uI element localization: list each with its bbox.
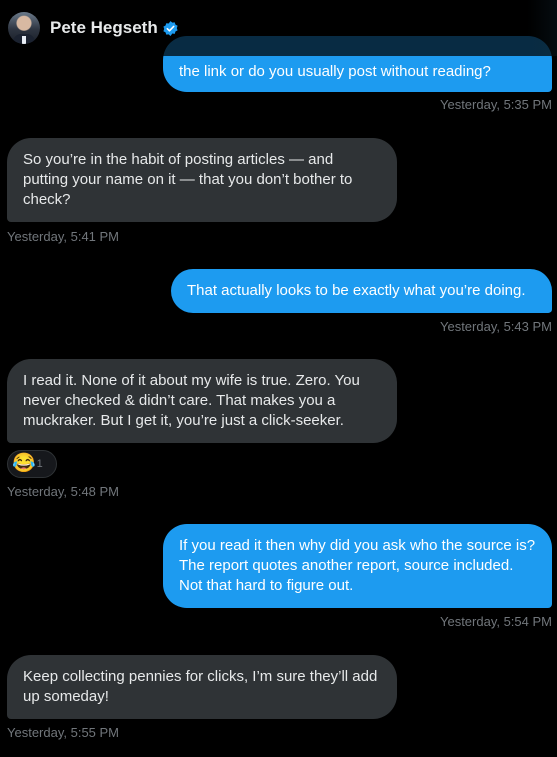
message-timestamp: Yesterday, 5:43 PM [439, 319, 552, 334]
header-fade [527, 0, 557, 56]
reaction-count: 1 [36, 458, 43, 470]
message-bubble-incoming[interactable]: Keep collecting pennies for clicks, I’m … [7, 655, 397, 719]
conversation-header: Pete Hegseth [0, 0, 557, 56]
reaction-pill[interactable]: 😂 1 [7, 450, 57, 478]
laughing-emoji-icon: 😂 [12, 453, 36, 474]
message-timestamp: Yesterday, 5:55 PM [7, 725, 120, 740]
message-timestamp: Yesterday, 5:48 PM [7, 484, 120, 499]
verified-badge-icon [162, 20, 179, 37]
message-bubble-incoming[interactable]: So you’re in the habit of posting articl… [7, 138, 397, 222]
message-timestamp: Yesterday, 5:35 PM [439, 97, 552, 112]
message-bubble-outgoing[interactable]: That actually looks to be exactly what y… [171, 269, 552, 313]
contact-name[interactable]: Pete Hegseth [50, 18, 158, 38]
message-bubble-outgoing[interactable]: If you read it then why did you ask who … [163, 524, 552, 608]
message-text: If you read it then why did you ask who … [179, 537, 536, 594]
avatar[interactable] [8, 12, 40, 44]
message-text: Keep collecting pennies for clicks, I’m … [23, 668, 378, 705]
message-text: So you’re in the habit of posting articl… [23, 151, 353, 208]
message-timestamp: Yesterday, 5:54 PM [439, 614, 552, 629]
message-text: the link or do you usually post without … [179, 63, 491, 80]
message-text: I read it. None of it about my wife is t… [23, 372, 360, 429]
message-text: That actually looks to be exactly what y… [187, 282, 526, 299]
message-bubble-incoming[interactable]: I read it. None of it about my wife is t… [7, 359, 397, 443]
message-timestamp: Yesterday, 5:41 PM [7, 229, 120, 244]
